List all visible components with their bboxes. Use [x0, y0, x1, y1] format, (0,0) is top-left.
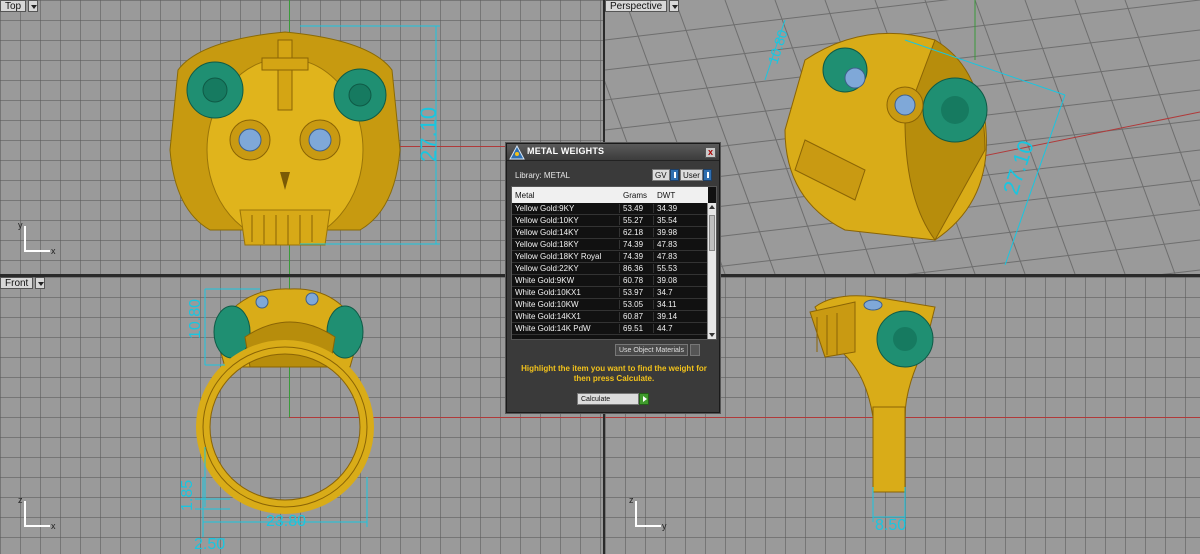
- library-label: Library: METAL: [515, 171, 570, 180]
- viewport-top-label[interactable]: Top: [0, 0, 27, 12]
- play-arrow-icon[interactable]: [639, 393, 649, 405]
- cell-grams: 74.39: [620, 252, 654, 261]
- cell-metal: White Gold:9KW: [512, 276, 620, 285]
- cell-dwt: 47.83: [657, 240, 678, 249]
- scroll-up-icon[interactable]: [708, 203, 716, 211]
- axis-label-x: x: [51, 521, 56, 531]
- dim-top-height: 27.10: [416, 107, 441, 162]
- cell-grams: 53.05: [620, 300, 654, 309]
- metal-weights-dialog[interactable]: METAL WEIGHTS x Library: METAL GV User M…: [506, 143, 720, 413]
- cell-dwt: 34.7: [657, 288, 673, 297]
- cell-metal: Yellow Gold:10KY: [512, 216, 620, 225]
- instruction-text: Highlight the item you want to find the …: [521, 364, 707, 383]
- axis-label-y: y: [18, 220, 23, 230]
- cell-dwt: 34.11: [657, 300, 677, 309]
- close-button[interactable]: x: [705, 147, 716, 158]
- use-object-materials-toggle[interactable]: Use Object Materials: [615, 344, 700, 356]
- use-object-materials-label: Use Object Materials: [615, 344, 688, 356]
- axis-gizmo-top: y x: [18, 220, 58, 260]
- dim-side-width: 8.50: [875, 517, 906, 534]
- table-scrollbar[interactable]: [707, 203, 716, 339]
- cell-grams: 60.87: [620, 312, 654, 321]
- user-toggle[interactable]: User: [680, 169, 712, 181]
- table-row[interactable]: Yellow Gold:18KY Royal 74.39 47.83: [512, 251, 708, 263]
- viewport-perspective-label[interactable]: Perspective: [605, 0, 668, 12]
- cell-dwt: 44.7: [657, 324, 673, 333]
- table-row[interactable]: Yellow Gold:10KY 55.27 35.54: [512, 215, 708, 227]
- dialog-title: METAL WEIGHTS: [527, 146, 605, 156]
- cell-metal: Yellow Gold:18KY: [512, 240, 620, 249]
- calculate-label[interactable]: Calculate: [577, 393, 639, 405]
- axis-label-x: x: [51, 246, 56, 256]
- dim-front-band: 1.85: [179, 480, 196, 511]
- column-header-metal[interactable]: Metal: [512, 191, 620, 200]
- cell-metal: White Gold:14K PdW: [512, 324, 620, 333]
- table-row[interactable]: Yellow Gold:9KY 53.49 34.39: [512, 203, 708, 215]
- table-row[interactable]: White Gold:14KX1 60.87 39.14: [512, 311, 708, 323]
- axis-gizmo-front: z x: [18, 495, 58, 535]
- cell-dwt: 39.08: [657, 276, 678, 285]
- gv-toggle-switch-icon[interactable]: [669, 169, 679, 181]
- axis-label-z: z: [629, 495, 634, 505]
- checkbox-icon[interactable]: [689, 344, 700, 356]
- scroll-down-icon[interactable]: [708, 331, 716, 339]
- cell-dwt: 39.14: [657, 312, 678, 321]
- column-header-dwt[interactable]: DWT: [654, 191, 708, 200]
- cell-grams: 53.49: [620, 204, 654, 213]
- app-logo-icon: [509, 145, 525, 160]
- table-row[interactable]: Yellow Gold:22KY 86.36 55.53: [512, 263, 708, 275]
- cell-grams: 53.97: [620, 288, 654, 297]
- cell-metal: White Gold:10KX1: [512, 288, 620, 297]
- cell-metal: Yellow Gold:9KY: [512, 204, 620, 213]
- dim-persp-height: 10.80: [765, 27, 791, 65]
- cell-dwt: 35.54: [657, 216, 678, 225]
- table-row[interactable]: Yellow Gold:14KY 62.18 39.98: [512, 227, 708, 239]
- axis-label-y: y: [662, 521, 667, 531]
- cell-metal: Yellow Gold:14KY: [512, 228, 620, 237]
- cell-grams: 86.36: [620, 264, 654, 273]
- cell-metal: Yellow Gold:18KY Royal: [512, 252, 620, 261]
- viewport-front-tag[interactable]: Front: [0, 277, 46, 289]
- cell-metal: White Gold:14KX1: [512, 312, 620, 321]
- metal-table[interactable]: Metal Grams DWT Yellow Gold:9KY 53.49 34.3…: [511, 186, 717, 340]
- table-row[interactable]: White Gold:10KX1 53.97 34.7: [512, 287, 708, 299]
- dim-persp-length: 27.10: [998, 137, 1039, 197]
- chevron-down-icon[interactable]: [669, 0, 680, 12]
- dim-front-top-height: 10.80: [187, 299, 204, 339]
- dim-front-width: 23.80: [266, 513, 306, 530]
- cell-grams: 55.27: [620, 216, 654, 225]
- chevron-down-icon[interactable]: [35, 277, 46, 289]
- user-toggle-switch-icon[interactable]: [702, 169, 712, 181]
- dialog-title-bar[interactable]: METAL WEIGHTS x: [507, 144, 719, 161]
- scrollbar-thumb[interactable]: [709, 215, 715, 251]
- calculate-control[interactable]: Calculate: [577, 393, 649, 405]
- cell-dwt: 39.98: [657, 228, 678, 237]
- chevron-down-icon[interactable]: [28, 0, 39, 12]
- table-row[interactable]: Yellow Gold:18KY 74.39 47.83: [512, 239, 708, 251]
- table-row[interactable]: White Gold:9KW 60.78 39.08: [512, 275, 708, 287]
- table-header: Metal Grams DWT: [512, 187, 708, 203]
- column-header-grams[interactable]: Grams: [620, 191, 654, 200]
- cell-metal: White Gold:10KW: [512, 300, 620, 309]
- viewport-front-label[interactable]: Front: [0, 277, 34, 289]
- cell-grams: 69.51: [620, 324, 654, 333]
- table-row[interactable]: White Gold:14K PdW 69.51 44.7: [512, 323, 708, 335]
- table-row[interactable]: White Gold:10KW 53.05 34.11: [512, 299, 708, 311]
- cell-dwt: 55.53: [657, 264, 678, 273]
- cell-dwt: 34.39: [657, 204, 678, 213]
- table-body: Yellow Gold:9KY 53.49 34.39 Yellow Gold:10…: [512, 203, 708, 335]
- cell-grams: 60.78: [620, 276, 654, 285]
- cell-metal: Yellow Gold:22KY: [512, 264, 620, 273]
- dim-front-bottom: 2.50: [194, 536, 225, 553]
- gv-toggle[interactable]: GV: [652, 169, 679, 181]
- cell-dwt: 47.83: [657, 252, 678, 261]
- viewport-top-tag[interactable]: Top: [0, 0, 39, 12]
- cell-grams: 62.18: [620, 228, 654, 237]
- gv-toggle-label: GV: [652, 169, 670, 181]
- axis-gizmo-right: z y: [629, 495, 669, 535]
- user-toggle-label: User: [680, 169, 703, 181]
- viewport-perspective-tag[interactable]: Perspective: [605, 0, 680, 12]
- cell-grams: 74.39: [620, 240, 654, 249]
- axis-label-z: z: [18, 495, 23, 505]
